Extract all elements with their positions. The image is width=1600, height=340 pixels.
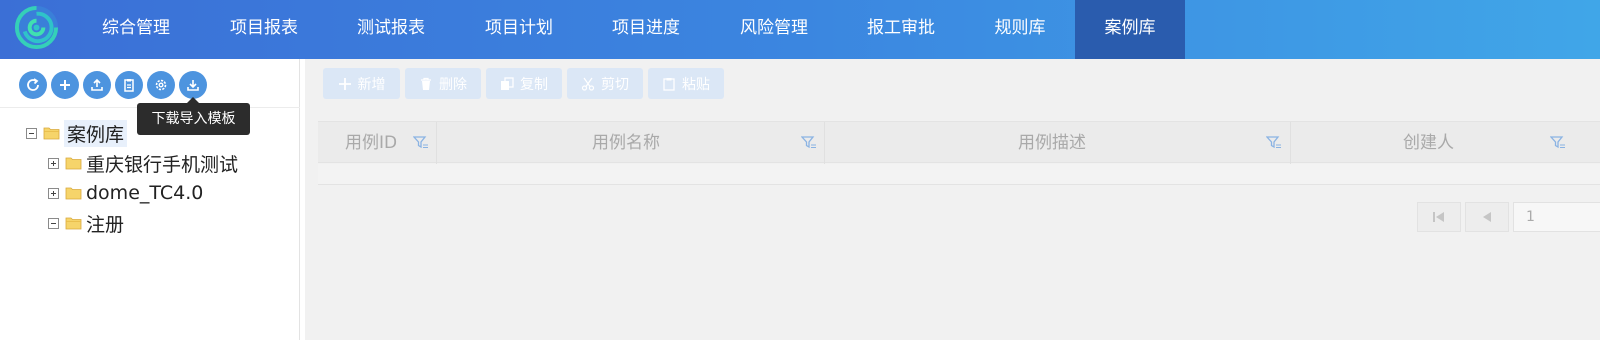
top-navigation-bar: 综合管理 项目报表 测试报表 项目计划 项目进度 风险管理 报工审批 规则库 案… <box>0 0 1600 59</box>
settings-icon <box>155 79 167 91</box>
cut-button[interactable]: 剪切 <box>567 68 643 99</box>
expand-icon[interactable] <box>48 157 59 169</box>
import-button[interactable] <box>83 71 111 99</box>
grid-header: 用例ID 用例名称 用例描述 创建人 <box>318 121 1600 164</box>
page-number-input[interactable]: 1 <box>1513 202 1600 232</box>
tree-node-label: 注册 <box>86 213 125 236</box>
grid-body <box>318 164 1600 185</box>
tree-toolbar <box>0 59 300 108</box>
case-tree-panel: 下载导入模板 案例库 重庆银行手机测试 dome_TC4.0 注册 <box>0 59 300 340</box>
first-page-icon <box>1433 212 1444 222</box>
paste-button[interactable]: 粘贴 <box>648 68 724 99</box>
new-button[interactable]: 新增 <box>323 68 400 99</box>
download-template-tooltip: 下载导入模板 <box>137 97 250 135</box>
case-grid-panel: 新增 删除 复制 剪切 粘贴 用例ID 用例名称 用例描述 创建人 1 <box>305 59 1600 340</box>
collapse-icon[interactable] <box>26 127 37 139</box>
column-header-case-description[interactable]: 用例描述 <box>1018 122 1086 164</box>
plus-icon <box>338 77 351 90</box>
copy-button[interactable]: 复制 <box>486 68 562 99</box>
filter-icon[interactable] <box>1266 135 1282 151</box>
copy-node-button[interactable] <box>115 71 143 99</box>
tree-node-dome-tc[interactable]: dome_TC4.0 <box>48 180 203 206</box>
paste-icon <box>663 77 675 91</box>
collapse-icon[interactable] <box>48 217 59 229</box>
trash-icon <box>421 77 431 90</box>
nav-item-project-progress[interactable]: 项目进度 <box>592 0 700 59</box>
column-header-creator[interactable]: 创建人 <box>1403 122 1454 164</box>
filter-icon[interactable] <box>413 135 429 151</box>
nav-item-comprehensive-management[interactable]: 综合管理 <box>82 0 190 59</box>
column-separator[interactable] <box>824 122 825 164</box>
tree-node-register[interactable]: 注册 <box>48 210 124 236</box>
copy-icon <box>501 76 514 90</box>
nav-item-project-plan[interactable]: 项目计划 <box>465 0 573 59</box>
column-header-case-id[interactable]: 用例ID <box>345 122 397 164</box>
scissors-icon <box>581 77 595 91</box>
previous-page-icon <box>1483 212 1491 222</box>
download-icon <box>187 80 199 91</box>
add-node-button[interactable] <box>51 71 79 99</box>
copy-button-label: 复制 <box>520 76 548 93</box>
first-page-button[interactable] <box>1417 202 1461 232</box>
nav-item-work-report-approval[interactable]: 报工审批 <box>847 0 955 59</box>
new-button-label: 新增 <box>357 76 386 93</box>
folder-icon <box>65 187 82 200</box>
nav-item-rule-library[interactable]: 规则库 <box>965 0 1075 59</box>
folder-icon <box>65 157 82 170</box>
settings-button[interactable] <box>147 71 175 99</box>
column-header-case-name[interactable]: 用例名称 <box>592 122 660 164</box>
nav-item-case-library[interactable]: 案例库 <box>1075 0 1185 59</box>
refresh-button[interactable] <box>19 71 47 99</box>
column-separator[interactable] <box>436 122 437 164</box>
tree-node-label: 案例库 <box>64 119 128 147</box>
expand-icon[interactable] <box>48 187 59 199</box>
refresh-icon <box>27 78 39 91</box>
clipboard-icon <box>124 79 134 92</box>
folder-open-icon <box>43 127 60 140</box>
tree-node-root[interactable]: 案例库 <box>26 119 128 147</box>
delete-button-label: 删除 <box>439 76 467 93</box>
cut-button-label: 剪切 <box>601 76 629 93</box>
delete-button[interactable]: 删除 <box>405 68 481 99</box>
paste-button-label: 粘贴 <box>682 76 710 93</box>
download-template-button[interactable] <box>179 71 207 99</box>
add-icon <box>60 80 70 90</box>
nav-item-risk-management[interactable]: 风险管理 <box>720 0 828 59</box>
tree-node-label: dome_TC4.0 <box>86 182 204 204</box>
nav-item-project-report[interactable]: 项目报表 <box>210 0 318 59</box>
tree-node-label: 重庆银行手机测试 <box>86 153 239 176</box>
filter-icon[interactable] <box>801 135 817 151</box>
filter-icon[interactable] <box>1550 135 1566 151</box>
upload-icon <box>91 78 103 91</box>
nav-item-test-report[interactable]: 测试报表 <box>337 0 445 59</box>
tree-node-cq-bank-mobile-test[interactable]: 重庆银行手机测试 <box>48 150 238 176</box>
app-logo-icon[interactable] <box>13 4 60 51</box>
previous-page-button[interactable] <box>1465 202 1509 232</box>
column-separator[interactable] <box>1290 122 1291 164</box>
folder-open-icon <box>65 217 82 230</box>
